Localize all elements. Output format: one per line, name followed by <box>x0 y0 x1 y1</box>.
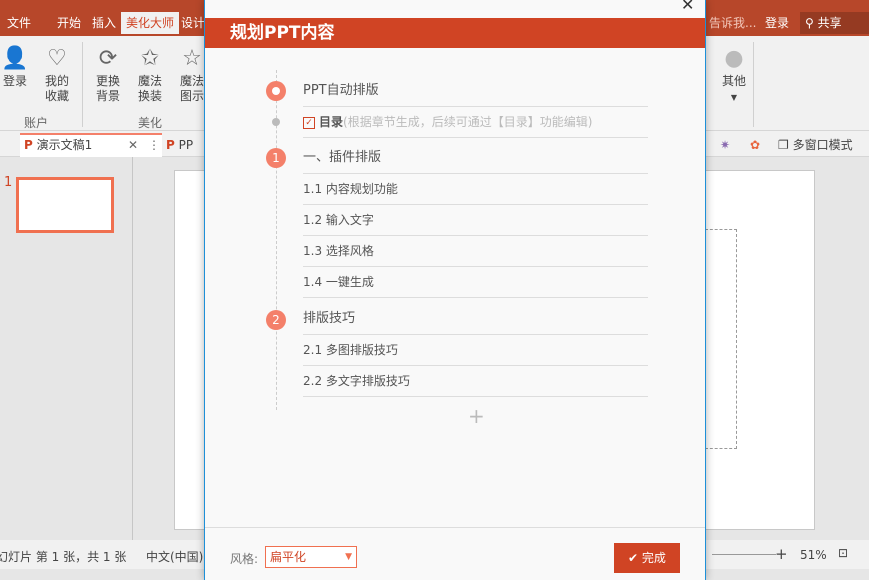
more-icon[interactable]: ⋮ <box>148 135 160 155</box>
style-value: 扁平化 <box>270 550 307 564</box>
zoom-level[interactable]: 51% <box>800 548 827 562</box>
toc-row: ✓ 目录(根据章节生成，后续可通过【目录】功能编辑) <box>303 107 648 138</box>
check-icon: ✔ <box>628 551 642 565</box>
other-button[interactable]: ● 其他 ▼ <box>716 44 752 105</box>
fit-window-icon[interactable]: ⊡ <box>838 546 848 560</box>
language[interactable]: 中文(中国) <box>146 548 203 565</box>
login-button[interactable]: 👤 登录 <box>0 44 33 89</box>
toc-dot-icon <box>272 118 280 126</box>
root-title[interactable]: PPT自动排版 <box>303 76 648 107</box>
style-select[interactable]: 扁平化 ▼ <box>265 546 357 568</box>
list-item[interactable]: 2.2 多文字排版技巧 <box>303 366 648 397</box>
zoom-in-icon[interactable]: + <box>775 545 788 563</box>
share-button[interactable]: ⚲ 共享 <box>800 12 869 34</box>
login-link[interactable]: 登录 <box>760 12 794 34</box>
slide-thumbnail[interactable] <box>16 177 114 233</box>
slide-thumbnail-pane: 1 <box>0 157 133 540</box>
doc-tab-label: 演示文稿1 <box>36 138 93 152</box>
dialog-title: 规划PPT内容 <box>205 18 705 48</box>
list-item[interactable]: 1.1 内容规划功能 <box>303 174 648 205</box>
share-label: 共享 <box>817 16 842 30</box>
group-beautify: 美化 <box>138 116 163 130</box>
list-item[interactable]: 1.3 选择风格 <box>303 236 648 267</box>
ppt-icon: P <box>24 138 33 152</box>
label: 魔法 图示 <box>179 74 204 103</box>
dropdown-icon: ▼ <box>730 93 738 102</box>
label: 多窗口模式 <box>792 138 853 152</box>
slide-info: 幻灯片 第 1 张，共 1 张 <box>0 550 127 564</box>
folder-heart-icon: ♡ <box>47 46 67 71</box>
label: 登录 <box>2 74 27 88</box>
refresh-icon: ⟳ <box>98 46 118 71</box>
tab-beautify[interactable]: 美化大师 <box>121 12 180 34</box>
section-2-dot: 2 <box>266 310 286 330</box>
label: 魔法 换装 <box>137 74 162 103</box>
close-icon[interactable]: ✕ <box>128 135 138 155</box>
circle-icon: ● <box>724 46 744 71</box>
wand-icon[interactable]: ✷ <box>720 135 730 155</box>
slide-number: 1 <box>4 175 13 190</box>
magic-outfit-button[interactable]: ✩ 魔法 换装 <box>132 44 168 104</box>
toc-checkbox[interactable]: ✓ <box>303 116 315 129</box>
group-account: 账户 <box>24 116 49 130</box>
gear-icon[interactable]: ✿ <box>750 135 760 155</box>
magic-wand-icon: ✩ <box>140 46 160 71</box>
section-1-title[interactable]: 一、插件排版 <box>303 143 648 174</box>
windows-icon: ❐ <box>778 138 789 152</box>
style-label: 风格: <box>230 552 259 566</box>
label: 更换 背景 <box>95 74 120 103</box>
tab-insert[interactable]: 插入 <box>87 12 121 34</box>
multi-window-button[interactable]: ❐ 多窗口模式 <box>778 135 853 155</box>
tell-me-box[interactable]: 告诉我... <box>704 12 761 34</box>
tab-file[interactable]: 文件 <box>2 12 36 34</box>
toc-label: 目录 <box>319 115 344 129</box>
user-add-icon: ⚲ <box>805 16 818 30</box>
plan-content-dialog: ✕ 规划PPT内容 PPT自动排版 ✓ 目录(根据章节生成，后续可通过【目录】功能… <box>204 0 706 580</box>
doc-tab-active[interactable]: P 演示文稿1 ✕ ⋮ <box>20 133 162 157</box>
chevron-down-icon: ▼ <box>345 552 352 562</box>
favorites-button[interactable]: ♡ 我的 收藏 <box>39 44 75 104</box>
root-dot-icon <box>266 81 286 101</box>
finish-label: 完成 <box>641 551 666 565</box>
doc-tab[interactable]: P PP <box>166 135 193 155</box>
change-background-button[interactable]: ⟳ 更换 背景 <box>90 44 126 104</box>
label: 其他 <box>721 74 746 88</box>
section-2-title[interactable]: 排版技巧 <box>303 304 648 335</box>
doc-tab-label: PP <box>178 138 194 152</box>
add-button[interactable]: + <box>468 404 485 428</box>
user-icon: 👤 <box>1 46 29 71</box>
section-1-dot: 1 <box>266 148 286 168</box>
list-item[interactable]: 1.2 输入文字 <box>303 205 648 236</box>
zoom-slider[interactable] <box>712 554 776 555</box>
close-button[interactable]: ✕ <box>681 0 694 14</box>
label: 我的 收藏 <box>44 74 69 103</box>
tab-home[interactable]: 开始 <box>52 12 86 34</box>
list-item[interactable]: 1.4 一键生成 <box>303 267 648 298</box>
list-item[interactable]: 2.1 多图排版技巧 <box>303 335 648 366</box>
ppt-icon: P <box>166 138 175 152</box>
toc-hint: (根据章节生成，后续可通过【目录】功能编辑) <box>343 115 593 129</box>
